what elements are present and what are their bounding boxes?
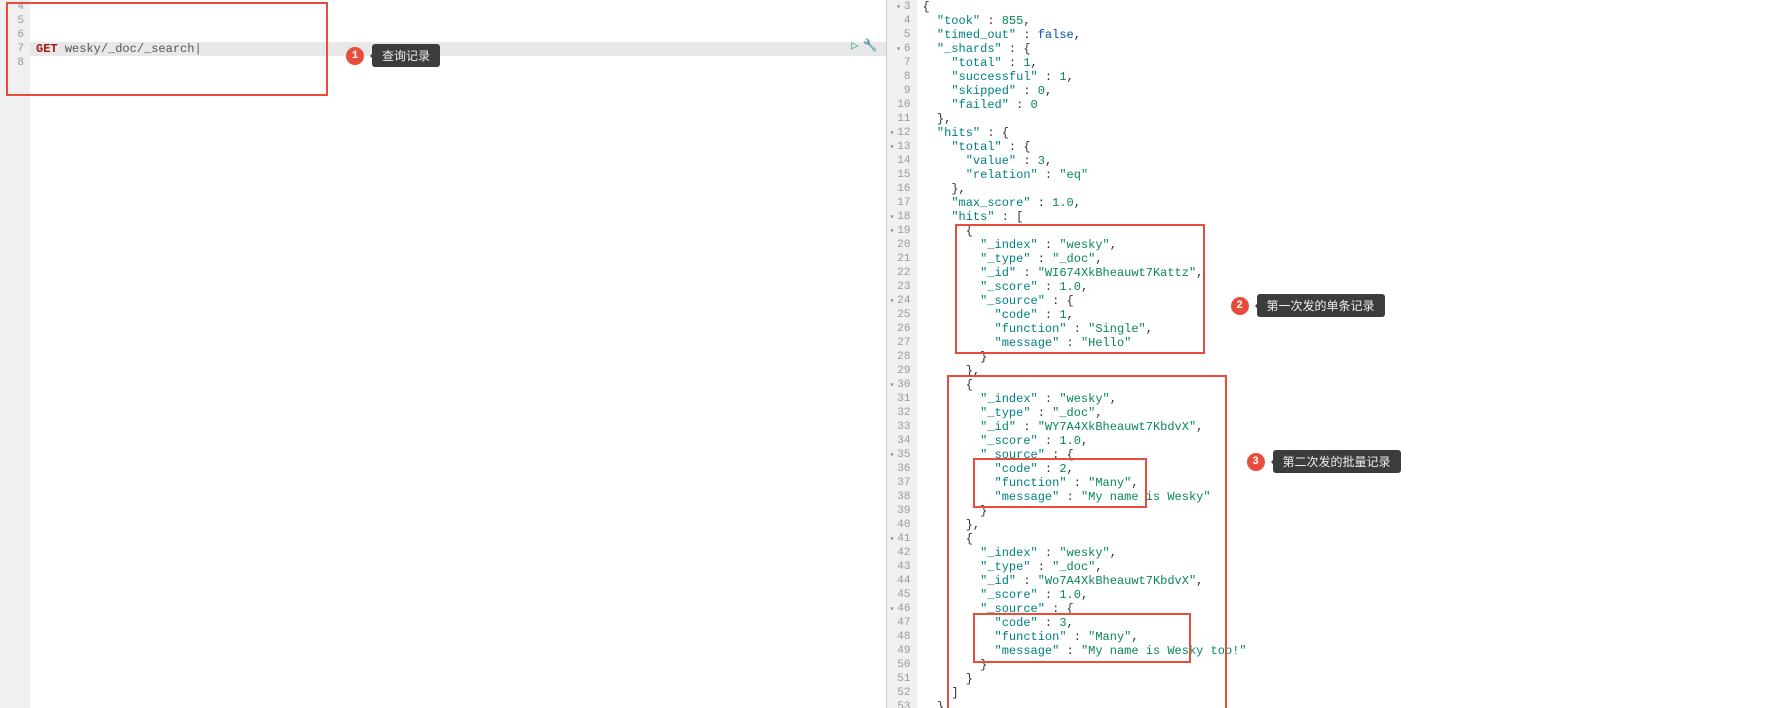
request-code-area[interactable]: GET wesky/_doc/_search| xyxy=(30,0,886,708)
response-viewer-pane[interactable]: 3456789101112131415161718192021222324252… xyxy=(886,0,1772,708)
wrench-icon[interactable]: 🔧 xyxy=(863,38,878,53)
request-editor-pane[interactable]: 45678 GET wesky/_doc/_search| ▷ 🔧 1 查询记录 xyxy=(0,0,886,708)
left-gutter: 45678 xyxy=(0,0,30,708)
right-gutter: 3456789101112131415161718192021222324252… xyxy=(887,0,917,708)
response-code-area[interactable]: { "took" : 855, "timed_out" : false, "_s… xyxy=(917,0,1772,708)
action-buttons: ▷ 🔧 xyxy=(851,38,877,53)
run-query-icon[interactable]: ▷ xyxy=(851,38,858,53)
